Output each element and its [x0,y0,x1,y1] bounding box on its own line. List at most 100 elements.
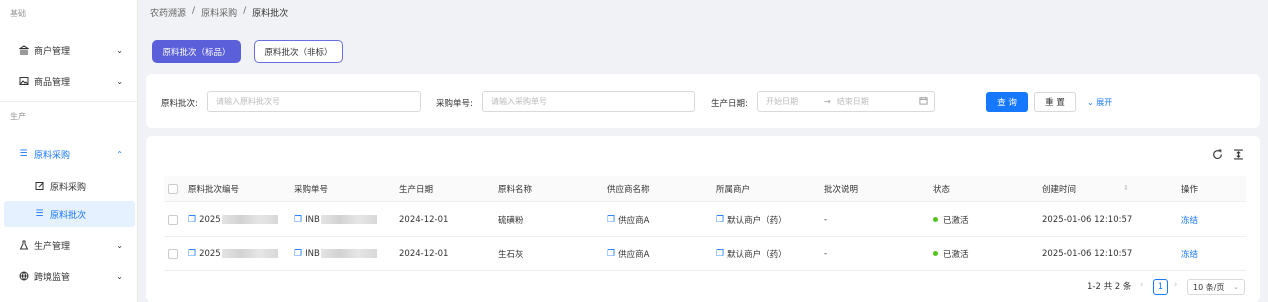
copy-icon[interactable]: ❐ [716,249,724,259]
supplier-cell: ❐ 供应商A [607,214,650,226]
sidebar-item-merchant[interactable]: 商户管理 ⌄ [0,37,137,63]
column-height-icon[interactable] [1233,149,1244,163]
status-dot-icon [933,251,938,256]
list-icon: ☰ [35,209,44,219]
row-checkbox[interactable] [168,249,178,259]
copy-icon[interactable]: ❐ [294,215,302,225]
sidebar-item-label: 跨境监管 [34,272,71,283]
breadcrumb-current: 原料批次 [252,9,289,19]
sidebar-subitem-batch[interactable]: ☰ 原料批次 [4,201,135,227]
date-cell: 2024-12-01 [399,214,449,225]
page-size-select[interactable]: 10 条/页 ⌄ [1187,279,1245,295]
page-number[interactable]: 1 [1153,279,1168,295]
copy-icon[interactable]: ❐ [188,215,196,225]
material-cell: 生石灰 [498,249,524,260]
batch-label: 原料批次: [161,99,198,109]
breadcrumb-item[interactable]: 农药溯源 [150,6,186,19]
sidebar-subitem-purchase[interactable]: 原料采购 [0,173,137,199]
column-header: 操作 [1181,184,1199,195]
order-input[interactable]: 请输入采购单号 [482,91,695,112]
column-header: 状态 [933,184,951,195]
status-cell: 已激活 [933,237,969,270]
breadcrumb-item[interactable]: 原料采购 [201,6,237,19]
divider [0,101,137,102]
desc-cell: - [824,248,828,259]
column-header: 原料名称 [498,184,533,195]
sidebar-item-material-purchase[interactable]: ☰ 原料采购 ⌃ [0,141,137,167]
supplier-cell: ❐ 供应商A [607,248,650,260]
tab-nonstandard[interactable]: 原料批次（非标） [254,40,343,63]
reset-button[interactable]: 重 置 [1034,92,1076,112]
chevron-down-icon: ⌄ [1087,98,1097,107]
expand-button[interactable]: ⌄ 展开 [1087,97,1112,108]
redacted-text [320,215,377,224]
copy-icon[interactable]: ❐ [294,249,302,259]
redacted-text [221,215,278,224]
prev-page-icon[interactable]: ‹ [1140,280,1143,290]
arrow-right-icon: → [824,97,831,106]
freeze-link[interactable]: 冻结 [1181,203,1198,236]
merchant-cell: ❐ 默认商户（药） [716,248,787,260]
order-cell: ❐ INB [294,237,377,270]
column-header: 供应商名称 [607,184,650,195]
sidebar-item-label: 生产管理 [34,241,71,252]
breadcrumb: 农药溯源 / 原料采购 / 原料批次 [150,6,288,19]
image-icon [18,76,29,87]
date-label: 生产日期: [711,99,748,109]
created-cell: 2025-01-06 12:10:57 [1042,214,1133,225]
batch-input[interactable]: 请输入原料批次号 [207,91,421,112]
material-cell: 硫磺粉 [498,215,524,226]
sidebar-item-label: 原料采购 [50,182,87,193]
sidebar-item-label: 商品管理 [34,77,71,88]
globe-icon [18,271,29,282]
status-dot-icon [933,217,938,222]
column-header: 批次说明 [824,184,859,195]
chevron-down-icon: ⌄ [116,45,123,55]
table-row: ❐ 2025 ❐ INB 2024-12-01 硫磺粉 ❐ 供应商A ❐ 默认商户（药）… [164,203,1246,237]
merchant-cell: ❐ 默认商户（药） [716,214,787,226]
copy-icon[interactable]: ❐ [607,249,615,259]
query-button[interactable]: 查 询 [986,92,1028,112]
calendar-icon [919,96,928,107]
batch-cell: ❐ 2025 [188,203,278,236]
column-header: 所属商户 [716,184,751,195]
date-end: 结束日期 [836,97,869,106]
column-header: 采购单号 [294,184,329,195]
column-header: 创建时间 [1042,184,1077,195]
row-checkbox[interactable] [168,215,178,225]
sidebar-item-label: 商户管理 [34,46,71,57]
order-cell: ❐ INB [294,203,377,236]
expand-label: 展开 [1096,98,1113,107]
chevron-down-icon: ⌄ [1233,283,1239,291]
copy-icon[interactable]: ❐ [716,215,724,225]
chevron-down-icon: ⌄ [116,271,123,281]
column-header: 生产日期 [399,184,434,195]
tab-standard[interactable]: 原料批次（标品） [152,40,241,63]
sort-icon[interactable]: ⇕ [1123,184,1129,192]
chevron-up-icon: ⌃ [116,149,123,159]
chevron-down-icon: ⌄ [116,76,123,86]
redacted-text [221,249,278,258]
copy-icon[interactable]: ❐ [607,215,615,225]
sidebar-item-production[interactable]: 生产管理 ⌄ [0,232,137,258]
sidebar-item-crossborder[interactable]: 跨境监管 ⌄ [0,263,137,289]
copy-icon[interactable]: ❐ [188,249,196,259]
bank-icon [18,45,29,56]
refresh-icon[interactable] [1212,149,1223,163]
column-header: 原料批次编号 [188,184,240,195]
table-header: 原料批次编号 采购单号 生产日期 原料名称 供应商名称 所属商户 批次说明 状态… [164,176,1246,202]
date-range-picker[interactable]: 开始日期 → 结束日期 [757,91,935,112]
sidebar: 基础 商户管理 ⌄ 商品管理 ⌄ 生产 ☰ 原料采购 ⌃ 原料采购 ☰ 原料批次… [0,0,138,302]
sidebar-item-label: 原料批次 [50,210,87,221]
next-page-icon[interactable]: › [1174,280,1177,290]
flask-icon [18,240,29,251]
sidebar-item-product[interactable]: 商品管理 ⌄ [0,68,137,94]
select-all-checkbox[interactable] [168,184,178,194]
date-cell: 2024-12-01 [399,248,449,259]
created-cell: 2025-01-06 12:10:57 [1042,248,1133,259]
breadcrumb-separator: / [192,6,196,16]
freeze-link[interactable]: 冻结 [1181,237,1198,270]
pagination-summary: 1-2 共 2 条 [1087,282,1132,292]
section-label-base: 基础 [10,9,26,18]
section-label-production: 生产 [10,112,26,121]
